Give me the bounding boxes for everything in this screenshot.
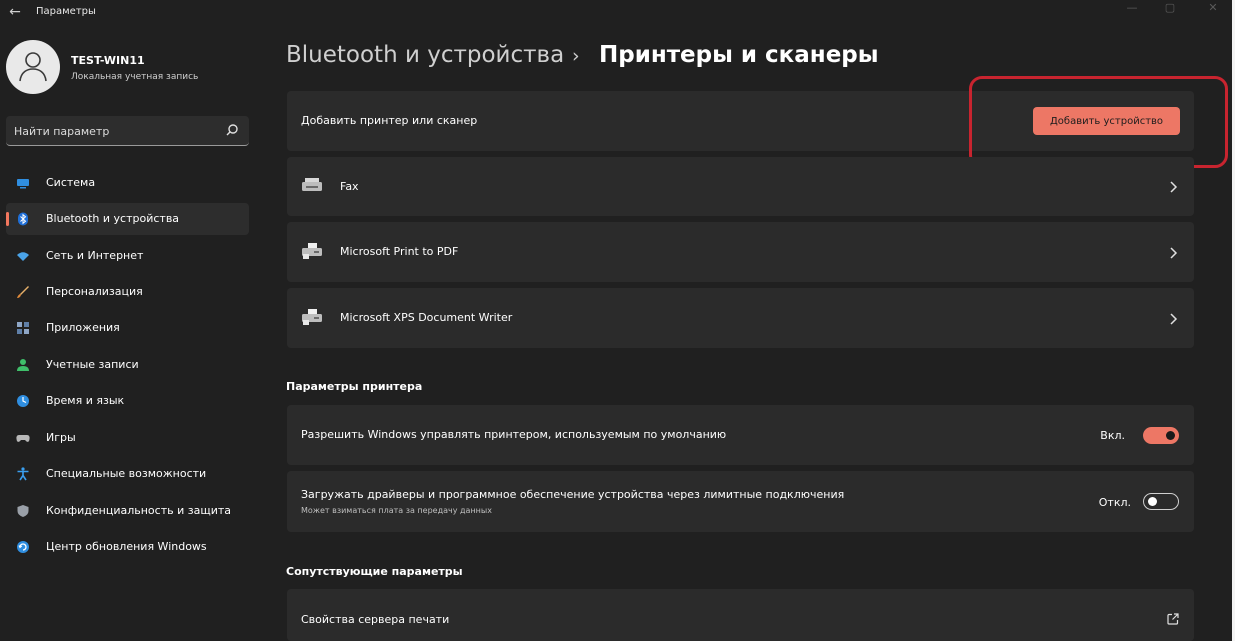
toggle-knob bbox=[1166, 431, 1175, 440]
network-icon bbox=[17, 252, 29, 261]
sidebar-item-time-language[interactable]: Время и язык bbox=[6, 385, 249, 417]
maximize-button[interactable]: ▢ bbox=[1160, 0, 1180, 16]
sidebar-item-apps[interactable]: Приложения bbox=[6, 312, 249, 344]
page-title: Принтеры и сканеры bbox=[599, 42, 879, 68]
printer-item-fax[interactable]: Fax bbox=[287, 157, 1194, 216]
printer-settings-title: Параметры принтера bbox=[286, 380, 423, 393]
metered-connection-toggle[interactable] bbox=[1143, 493, 1179, 510]
minimize-button[interactable]: — bbox=[1122, 0, 1142, 16]
accounts-icon bbox=[17, 359, 29, 371]
sidebar-item-label: Центр обновления Windows bbox=[46, 540, 207, 553]
sidebar-item-accounts[interactable]: Учетные записи bbox=[6, 349, 249, 381]
sidebar-item-label: Игры bbox=[46, 431, 76, 444]
highlight-annotation bbox=[969, 76, 1228, 168]
toggle-state-label: Откл. bbox=[1098, 496, 1131, 509]
sidebar-item-label: Специальные возможности bbox=[46, 467, 207, 480]
sidebar-item-label: Время и язык bbox=[46, 394, 125, 407]
fax-icon bbox=[302, 178, 322, 191]
sidebar-item-label: Bluetooth и устройства bbox=[46, 212, 180, 225]
account-type: Локальная учетная запись bbox=[71, 72, 199, 82]
avatar[interactable] bbox=[6, 40, 60, 94]
sidebar-item-label: Учетные записи bbox=[46, 358, 139, 371]
default-printer-setting: Разрешить Windows управлять принтером, и… bbox=[287, 405, 1194, 465]
selected-indicator bbox=[6, 212, 9, 226]
printer-item-print-to-pdf[interactable]: Microsoft Print to PDF bbox=[287, 222, 1194, 282]
system-icon bbox=[17, 179, 29, 189]
print-server-properties[interactable]: Свойства сервера печати bbox=[287, 589, 1194, 641]
metered-connection-sublabel: Может взиматься плата за передачу данных bbox=[301, 506, 492, 515]
search-icon[interactable] bbox=[225, 123, 239, 137]
user-icon bbox=[19, 52, 47, 82]
sidebar-item-accessibility[interactable]: Специальные возможности bbox=[6, 458, 249, 490]
printer-name: Microsoft XPS Document Writer bbox=[340, 311, 513, 324]
title-bar bbox=[0, 0, 1235, 26]
search-box[interactable] bbox=[6, 116, 249, 146]
update-icon bbox=[17, 541, 29, 553]
sidebar-item-gaming[interactable]: Игры bbox=[6, 422, 249, 454]
bluetooth-icon bbox=[18, 212, 28, 226]
sidebar-item-label: Конфиденциальность и защита bbox=[46, 504, 231, 517]
gaming-icon bbox=[16, 435, 30, 442]
sidebar-item-personalization[interactable]: Персонализация bbox=[6, 276, 249, 308]
toggle-knob bbox=[1148, 497, 1157, 506]
sidebar-item-privacy[interactable]: Конфиденциальность и защита bbox=[6, 495, 249, 527]
breadcrumb-parent[interactable]: Bluetooth и устройства bbox=[286, 42, 564, 68]
apps-icon bbox=[17, 322, 29, 334]
default-printer-toggle[interactable] bbox=[1143, 427, 1179, 444]
sidebar-item-label: Сеть и Интернет bbox=[46, 249, 144, 262]
open-external-icon bbox=[1167, 613, 1179, 625]
brush-icon bbox=[17, 286, 29, 298]
default-printer-label: Разрешить Windows управлять принтером, и… bbox=[301, 428, 727, 441]
related-settings-title: Сопутствующие параметры bbox=[286, 565, 463, 578]
shield-icon bbox=[17, 505, 29, 517]
time-language-icon bbox=[17, 395, 29, 407]
app-title: Параметры bbox=[36, 6, 96, 17]
printer-name: Microsoft Print to PDF bbox=[340, 245, 459, 258]
printer-item-xps-writer[interactable]: Microsoft XPS Document Writer bbox=[287, 288, 1194, 348]
metered-connection-label: Загружать драйверы и программное обеспеч… bbox=[301, 488, 845, 501]
printer-name: Fax bbox=[340, 180, 359, 193]
chevron-right-icon bbox=[1170, 313, 1178, 325]
sidebar-item-network[interactable]: Сеть и Интернет bbox=[6, 240, 249, 272]
toggle-state-label: Вкл. bbox=[1100, 429, 1125, 442]
sidebar-item-bluetooth[interactable]: Bluetooth и устройства bbox=[6, 203, 249, 235]
print-server-label: Свойства сервера печати bbox=[301, 613, 450, 626]
search-input[interactable] bbox=[14, 122, 214, 140]
sidebar-item-label: Персонализация bbox=[46, 285, 143, 298]
metered-connection-setting: Загружать драйверы и программное обеспеч… bbox=[287, 471, 1194, 532]
chevron-right-icon bbox=[1170, 247, 1178, 259]
printer-icon bbox=[302, 309, 322, 325]
user-name: TEST-WIN11 bbox=[71, 54, 145, 67]
printer-icon bbox=[302, 243, 322, 259]
accessibility-icon bbox=[17, 467, 29, 481]
sidebar-item-label: Система bbox=[46, 176, 96, 189]
sidebar-item-label: Приложения bbox=[46, 321, 120, 334]
sidebar-item-system[interactable]: Система bbox=[6, 167, 249, 199]
back-arrow-icon[interactable]: ← bbox=[4, 1, 26, 23]
sidebar-item-windows-update[interactable]: Центр обновления Windows bbox=[6, 531, 249, 563]
breadcrumb-separator: › bbox=[572, 45, 580, 67]
add-printer-label: Добавить принтер или сканер bbox=[301, 114, 478, 127]
close-button[interactable]: ✕ bbox=[1203, 0, 1223, 16]
chevron-right-icon bbox=[1170, 181, 1178, 193]
